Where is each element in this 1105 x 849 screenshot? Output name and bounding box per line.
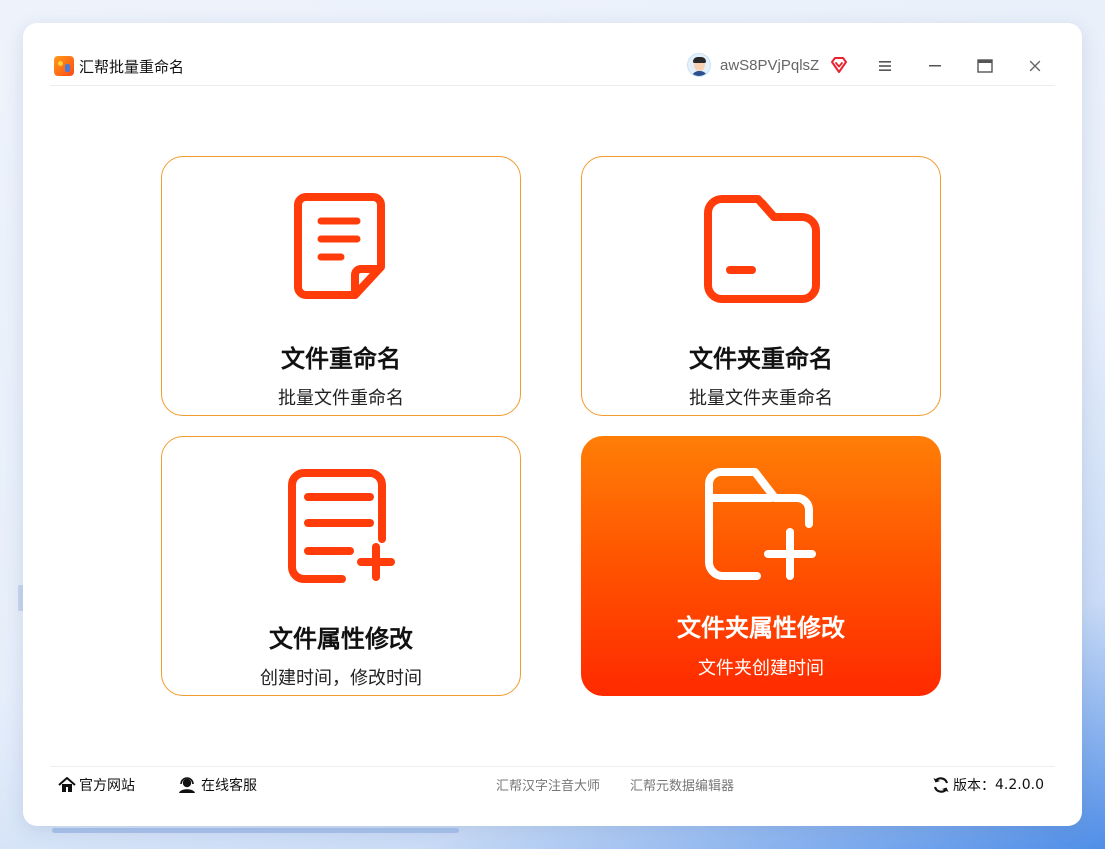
app-window: 汇帮批量重命名 awS8PVjPqlsZ 文件重命名 批量文件重命名 文件夹重命…	[23, 23, 1082, 826]
folder-icon	[704, 195, 820, 303]
folder-rename-card[interactable]: 文件夹重命名 批量文件夹重命名	[581, 156, 941, 416]
official-site-label: 官方网站	[79, 777, 135, 794]
close-button[interactable]	[1020, 53, 1050, 79]
document-add-icon	[288, 469, 395, 583]
file-rename-card[interactable]: 文件重命名 批量文件重命名	[161, 156, 521, 416]
refresh-icon	[933, 776, 949, 793]
hanzi-pinyin-link[interactable]: 汇帮汉字注音大师	[496, 767, 600, 802]
online-service-label: 在线客服	[201, 777, 257, 794]
card-title: 文件重命名	[281, 345, 401, 373]
card-title: 文件夹属性修改	[677, 614, 845, 642]
customer-service-icon	[179, 776, 195, 793]
metadata-editor-link[interactable]: 汇帮元数据编辑器	[630, 767, 734, 802]
metadata-editor-label: 汇帮元数据编辑器	[630, 779, 735, 794]
app-content: 汇帮批量重命名 awS8PVjPqlsZ 文件重命名 批量文件重命名 文件夹重命…	[50, 50, 1055, 801]
app-title: 汇帮批量重命名	[79, 58, 185, 76]
maximize-icon	[977, 59, 993, 73]
menu-icon	[879, 61, 891, 71]
folder-attribute-card[interactable]: 文件夹属性修改 文件夹创建时间	[581, 436, 941, 696]
version-info[interactable]: 版本： 4.2.0.0	[932, 767, 1044, 802]
document-icon	[294, 193, 385, 299]
hanzi-pinyin-label: 汇帮汉字注音大师	[496, 779, 601, 794]
card-title: 文件属性修改	[269, 625, 413, 653]
footer-bar: 官方网站 在线客服 汇帮汉字注音大师 汇帮元数据编辑器 版本： 4.2.0.0	[50, 766, 1055, 801]
minimize-button[interactable]	[920, 53, 950, 79]
version-label: 版本：	[953, 777, 995, 794]
home-icon	[58, 776, 76, 792]
background-decoration	[52, 828, 459, 833]
card-subtitle: 批量文件重命名	[278, 388, 404, 409]
maximize-button[interactable]	[970, 53, 1000, 79]
card-title: 文件夹重命名	[689, 345, 833, 373]
user-avatar[interactable]	[687, 53, 711, 77]
vip-diamond-icon[interactable]	[829, 55, 849, 75]
online-service-link[interactable]: 在线客服	[178, 767, 257, 802]
official-site-link[interactable]: 官方网站	[58, 767, 135, 802]
menu-button[interactable]	[870, 53, 900, 79]
close-icon	[1029, 60, 1041, 72]
folder-add-icon	[705, 468, 816, 580]
username[interactable]: awS8PVjPqlsZ	[720, 57, 819, 74]
file-attribute-card[interactable]: 文件属性修改 创建时间，修改时间	[161, 436, 521, 696]
version-number: 4.2.0.0	[995, 776, 1044, 793]
minimize-icon	[929, 65, 941, 67]
title-bar: 汇帮批量重命名 awS8PVjPqlsZ	[50, 50, 1055, 86]
card-subtitle: 批量文件夹重命名	[689, 388, 833, 409]
card-subtitle: 创建时间，修改时间	[260, 668, 422, 689]
app-logo-icon	[54, 56, 74, 76]
card-subtitle: 文件夹创建时间	[698, 658, 824, 679]
